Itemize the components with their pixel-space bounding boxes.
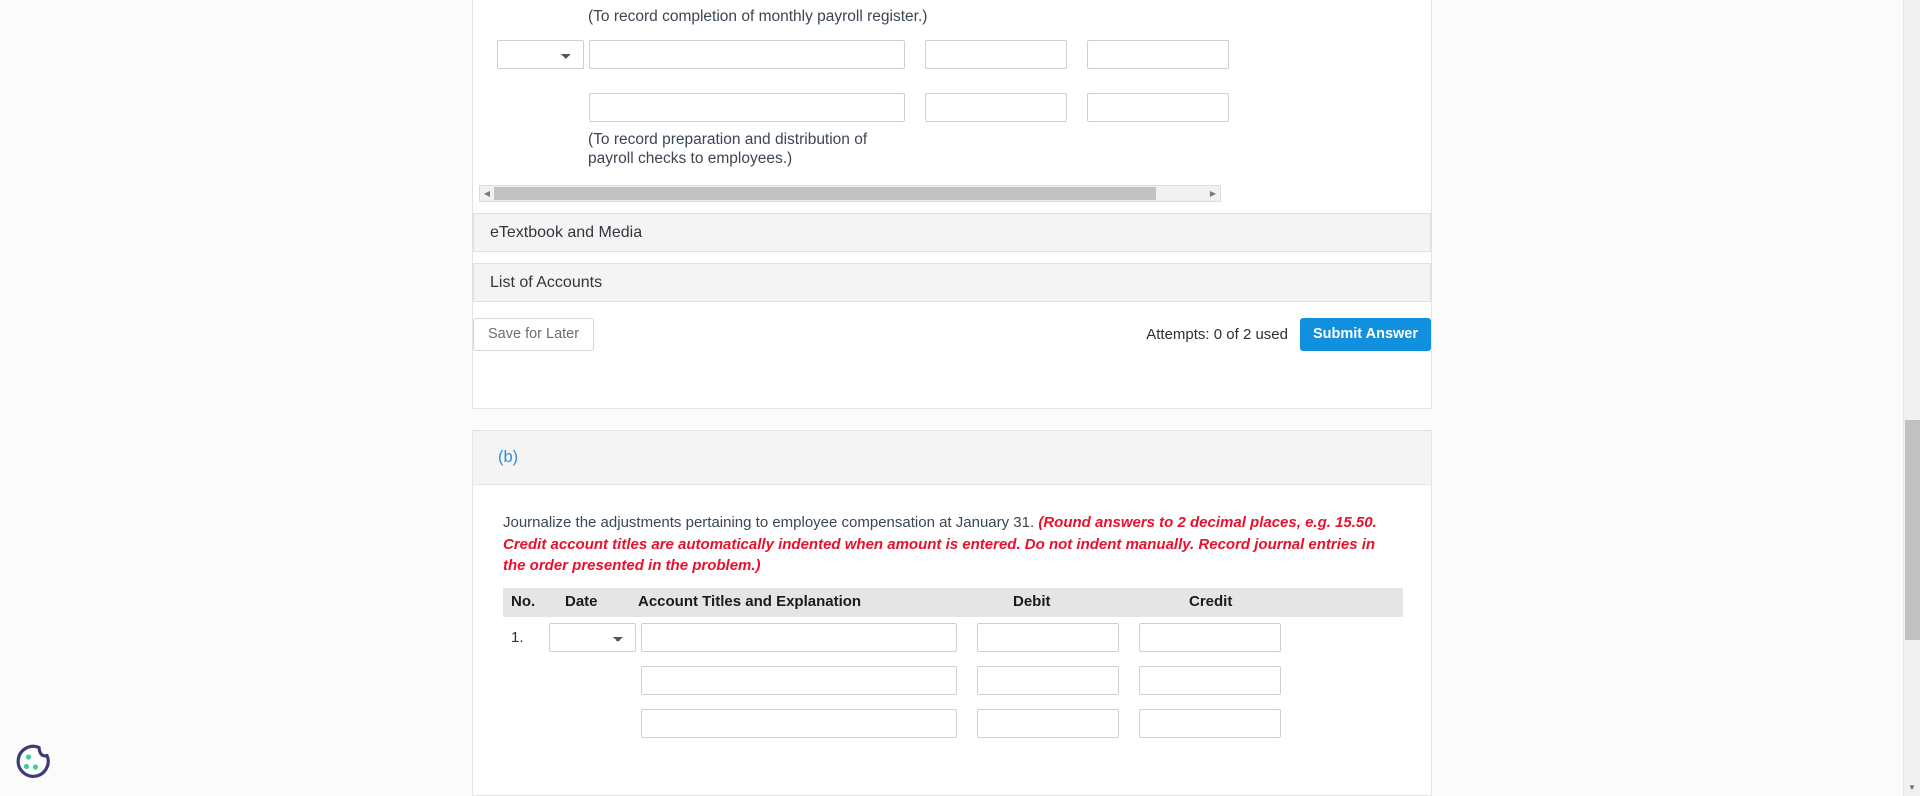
memo-payroll-register: (To record completion of monthly payroll… — [588, 8, 928, 25]
etextbook-and-media-label: eTextbook and Media — [490, 223, 643, 241]
part-b-prompt-plain: Journalize the adjustments pertaining to… — [503, 514, 1039, 531]
account-title-input-b-row1[interactable] — [641, 623, 957, 652]
question-part-a-card: (To record completion of monthly payroll… — [472, 0, 1432, 409]
debit-input-b-row3[interactable] — [977, 709, 1119, 738]
column-header-no: No. — [511, 593, 536, 610]
journal-horizontal-scrollbar[interactable]: ◀ ▶ — [479, 185, 1221, 202]
list-of-accounts-label: List of Accounts — [490, 273, 603, 291]
etextbook-and-media-bar[interactable]: eTextbook and Media — [473, 213, 1431, 252]
journal-table-header-row: No. Date Account Titles and Explanation … — [503, 588, 1403, 617]
list-of-accounts-bar[interactable]: List of Accounts — [473, 263, 1431, 302]
column-header-account-titles: Account Titles and Explanation — [638, 593, 862, 610]
credit-input-b-row3[interactable] — [1139, 709, 1281, 738]
scroll-right-arrow-icon[interactable]: ▶ — [1206, 186, 1220, 201]
hscroll-thumb[interactable] — [494, 187, 1157, 200]
credit-input-a-row1[interactable] — [1087, 40, 1229, 69]
debit-input-a-row2[interactable] — [925, 93, 1067, 122]
hscroll-track[interactable] — [494, 186, 1206, 201]
credit-input-b-row1[interactable] — [1139, 623, 1281, 652]
vscroll-thumb[interactable] — [1905, 420, 1920, 640]
attempts-counter: Attempts: 0 of 2 used — [1146, 325, 1288, 343]
debit-input-b-row2[interactable] — [977, 666, 1119, 695]
cookie-consent-button[interactable] — [10, 740, 54, 784]
table-row: 1. — [503, 617, 1403, 660]
part-b-journal-table: No. Date Account Titles and Explanation … — [503, 588, 1403, 746]
question-part-b-card: Journalize the adjustments pertaining to… — [472, 485, 1432, 796]
row-number-1: 1. — [511, 629, 524, 646]
account-title-input-a-row1[interactable] — [589, 40, 905, 69]
table-row — [503, 660, 1403, 703]
column-header-credit: Credit — [1189, 593, 1233, 610]
scroll-down-arrow-icon[interactable]: ▼ — [1904, 779, 1920, 796]
app-viewport: (To record completion of monthly payroll… — [0, 0, 1920, 796]
part-a-actions-row: Save for Later Attempts: 0 of 2 used Sub… — [473, 314, 1431, 354]
account-title-input-b-row2[interactable] — [641, 666, 957, 695]
debit-input-a-row1[interactable] — [925, 40, 1067, 69]
submit-answer-button[interactable]: Submit Answer — [1299, 317, 1431, 351]
part-b-prompt: Journalize the adjustments pertaining to… — [503, 512, 1383, 577]
column-header-date: Date — [565, 593, 598, 610]
memo-payroll-checks: (To record preparation and distribution … — [588, 131, 868, 168]
question-part-b-header: (b) — [472, 430, 1432, 485]
part-b-label: (b) — [498, 448, 519, 466]
column-header-debit: Debit — [1013, 593, 1051, 610]
credit-input-b-row2[interactable] — [1139, 666, 1281, 695]
date-select-b-row1[interactable] — [549, 623, 636, 652]
cookie-icon — [16, 744, 50, 778]
date-select-a-row1[interactable] — [497, 40, 584, 69]
account-title-input-b-row3[interactable] — [641, 709, 957, 738]
table-row — [503, 703, 1403, 746]
page-vertical-scrollbar[interactable]: ▼ — [1903, 0, 1920, 796]
credit-input-a-row2[interactable] — [1087, 93, 1229, 122]
account-title-input-a-row2[interactable] — [589, 93, 905, 122]
debit-input-b-row1[interactable] — [977, 623, 1119, 652]
scroll-left-arrow-icon[interactable]: ◀ — [480, 186, 494, 201]
save-for-later-button[interactable]: Save for Later — [473, 317, 595, 351]
